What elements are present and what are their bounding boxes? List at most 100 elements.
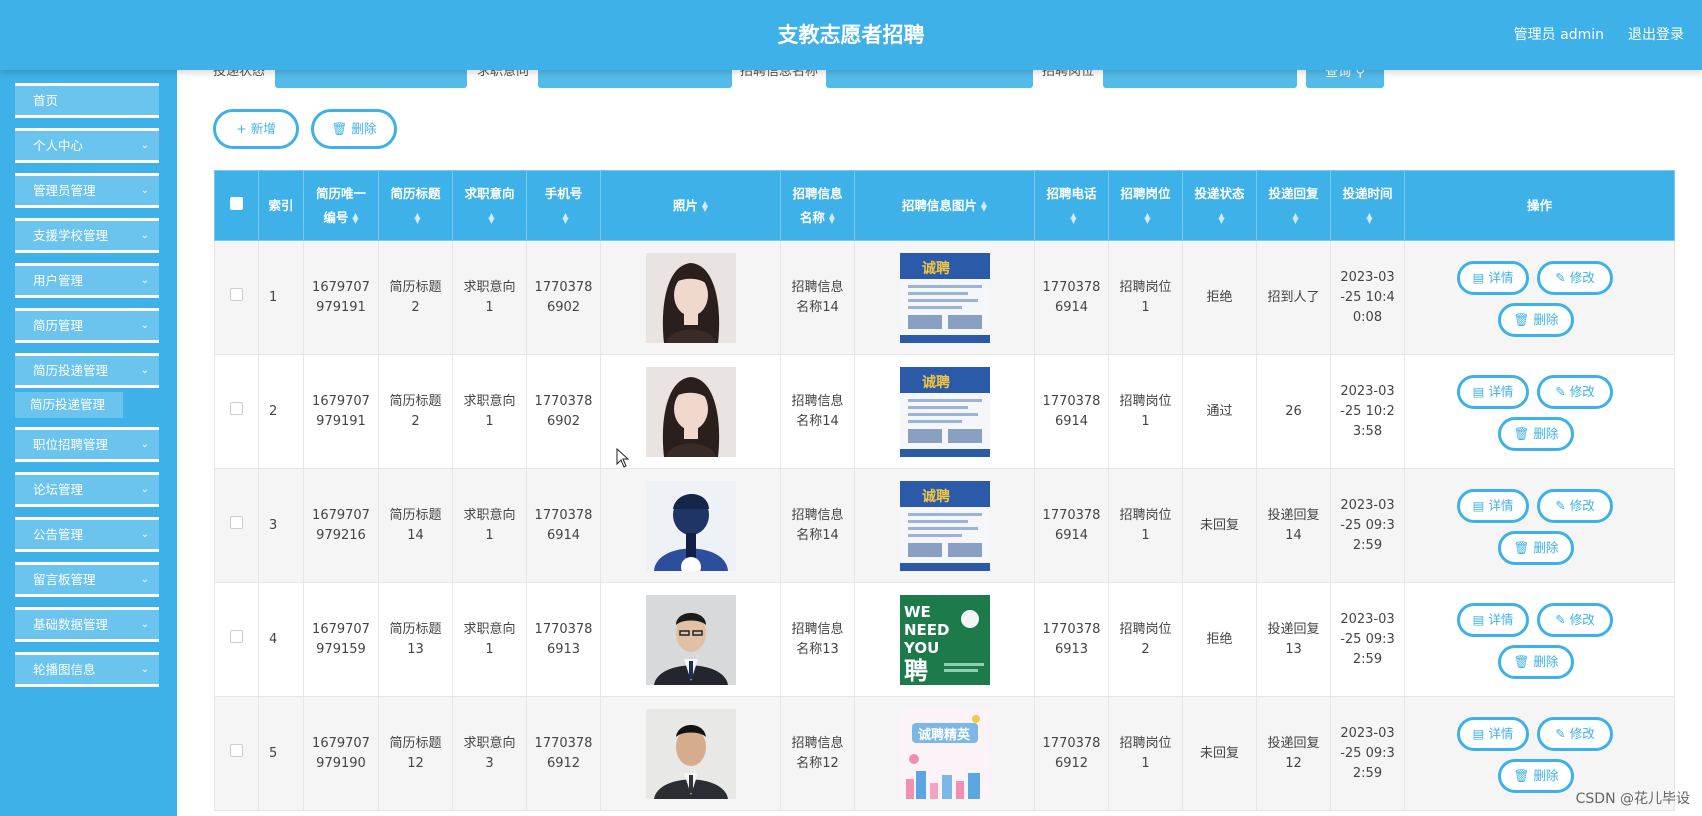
sort-icon[interactable]: ▲ ▼	[829, 212, 835, 225]
cell-text: 14	[1285, 527, 1302, 543]
row-phone: 1770378 6914	[526, 468, 601, 583]
sort-icon[interactable]: ▲ ▼	[414, 212, 420, 225]
sidebar-item-label: 简历管理	[33, 318, 84, 333]
sort-icon[interactable]: ▲ ▼	[488, 212, 494, 225]
row-intent: 求职意向 1	[452, 582, 527, 697]
sidebar-item-basic-data[interactable]: 基础数据管理 ⌄	[15, 607, 159, 642]
row-checkbox[interactable]	[230, 401, 243, 415]
recruitment-poster[interactable]	[900, 367, 990, 457]
row-checkbox[interactable]	[230, 515, 243, 529]
cell-text: 1	[1141, 413, 1150, 429]
row-delete-button[interactable]: 🗑 删除	[1498, 416, 1574, 451]
row-checkbox[interactable]	[230, 287, 243, 301]
sidebar-item-message-board[interactable]: 留言板管理 ⌄	[15, 562, 159, 597]
col-reply[interactable]: 投递回复 ▲ ▼	[1256, 170, 1331, 241]
delete-label: 删除	[1533, 767, 1559, 783]
col-rec-phone[interactable]: 招聘电话 ▲ ▼	[1034, 170, 1109, 241]
row-resume-id: 1679707 979191	[303, 240, 379, 355]
col-phone[interactable]: 手机号 ▲ ▼	[526, 170, 601, 241]
row-checkbox[interactable]	[230, 629, 243, 643]
row-reply: 投递回复 14	[1256, 468, 1331, 583]
edit-button[interactable]: ✎ 修改	[1537, 260, 1613, 295]
cell-text: 简历标题	[389, 507, 442, 523]
col-resume-id[interactable]: 简历唯一 编号 ▲ ▼	[303, 170, 379, 241]
resume-photo[interactable]	[646, 481, 736, 571]
sidebar: 首页 个人中心 ⌄ 管理员管理 ⌄ 支援学校管理 ⌄ 用户管理 ⌄ 简历管理 ⌄ 简历投递…	[0, 70, 177, 816]
row-delete-button[interactable]: 🗑 删除	[1498, 302, 1574, 337]
recruitment-poster[interactable]	[900, 481, 990, 571]
col-photo[interactable]: 照片 ▲ ▼	[600, 170, 781, 241]
chevron-down-icon: ⌄	[140, 664, 149, 675]
edit-button[interactable]: ✎ 修改	[1537, 488, 1613, 523]
pencil-icon: ✎	[1555, 497, 1566, 513]
sort-icon[interactable]: ▲ ▼	[562, 212, 568, 225]
sidebar-item-admin-management[interactable]: 管理员管理 ⌄	[15, 173, 159, 208]
col-info-name[interactable]: 招聘信息 名称 ▲ ▼	[780, 170, 855, 241]
select-all-checkbox[interactable]	[230, 196, 243, 210]
sidebar-item-personal-center[interactable]: 个人中心 ⌄	[15, 128, 159, 163]
sort-icon[interactable]: ▲ ▼	[352, 212, 358, 225]
sidebar-item-notice[interactable]: 公告管理 ⌄	[15, 517, 159, 552]
cell-text: 14	[407, 527, 424, 543]
edit-button[interactable]: ✎ 修改	[1537, 602, 1613, 637]
recruitment-poster[interactable]	[900, 595, 990, 685]
cell-text: 13	[1285, 641, 1302, 657]
delete-button[interactable]: 🗑 删除	[311, 109, 397, 149]
detail-button[interactable]: ▤ 详情	[1457, 602, 1529, 637]
row-resume-id: 1679707 979190	[303, 696, 379, 811]
sidebar-item-school-management[interactable]: 支援学校管理 ⌄	[15, 218, 159, 253]
sidebar-item-resume-management[interactable]: 简历管理 ⌄	[15, 308, 159, 343]
cell-text: 979216	[316, 527, 366, 543]
row-checkbox[interactable]	[230, 743, 243, 757]
sidebar-item-delivery-management[interactable]: 简历投递管理 ⌄	[15, 353, 159, 388]
sort-icon[interactable]: ▲ ▼	[981, 200, 987, 213]
col-position[interactable]: 招聘岗位 ▲ ▼	[1108, 170, 1183, 241]
detail-button[interactable]: ▤ 详情	[1457, 374, 1529, 409]
cell-text: 招聘信息	[791, 735, 844, 751]
sidebar-item-carousel[interactable]: 轮播图信息 ⌄	[15, 652, 159, 687]
row-resume-title: 简历标题 14	[378, 468, 453, 583]
recruitment-poster[interactable]	[900, 709, 990, 799]
cell-text: 简历标题	[389, 735, 442, 751]
resume-photo[interactable]	[646, 595, 736, 685]
logout-link[interactable]: 退出登录	[1628, 0, 1684, 70]
cell-text: 名称14	[796, 299, 839, 315]
sort-icon[interactable]: ▲ ▼	[1070, 212, 1076, 225]
row-info-name: 招聘信息 名称12	[780, 696, 855, 811]
sort-icon[interactable]: ▲ ▼	[702, 200, 708, 213]
sidebar-item-home[interactable]: 首页	[15, 83, 159, 118]
cell-text: 26	[1285, 403, 1302, 419]
row-index: 1	[258, 240, 304, 355]
add-button[interactable]: + 新增	[213, 109, 299, 149]
row-photo	[600, 696, 781, 811]
sort-icon[interactable]: ▲ ▼	[1218, 212, 1224, 225]
sort-icon[interactable]: ▲ ▼	[1292, 212, 1298, 225]
resume-photo[interactable]	[646, 709, 736, 799]
col-time[interactable]: 投递时间 ▲ ▼	[1330, 170, 1405, 241]
col-intent[interactable]: 求职意向 ▲ ▼	[452, 170, 527, 241]
sort-icon[interactable]: ▲ ▼	[1366, 212, 1372, 225]
detail-button[interactable]: ▤ 详情	[1457, 716, 1529, 751]
sidebar-item-job-recruitment[interactable]: 职位招聘管理 ⌄	[15, 427, 159, 462]
sidebar-item-forum[interactable]: 论坛管理 ⌄	[15, 472, 159, 507]
sort-icon[interactable]: ▲ ▼	[1144, 212, 1150, 225]
edit-button[interactable]: ✎ 修改	[1537, 716, 1613, 751]
col-status[interactable]: 投递状态 ▲ ▼	[1182, 170, 1257, 241]
recruitment-poster[interactable]	[900, 253, 990, 343]
submenu-item-delivery[interactable]: 简历投递管理	[15, 392, 123, 418]
row-delete-button[interactable]: 🗑 删除	[1498, 644, 1574, 679]
cell-text: 投递回复	[1267, 621, 1320, 637]
col-info-pic[interactable]: 招聘信息图片 ▲ ▼	[854, 170, 1035, 241]
row-delete-button[interactable]: 🗑 删除	[1498, 530, 1574, 565]
row-index: 4	[258, 582, 304, 697]
sidebar-item-user-management[interactable]: 用户管理 ⌄	[15, 263, 159, 298]
edit-button[interactable]: ✎ 修改	[1537, 374, 1613, 409]
detail-button[interactable]: ▤ 详情	[1457, 488, 1529, 523]
resume-photo[interactable]	[646, 253, 736, 343]
detail-button[interactable]: ▤ 详情	[1457, 260, 1529, 295]
row-status: 未回复	[1182, 468, 1257, 583]
row-delete-button[interactable]: 🗑 删除	[1498, 758, 1574, 793]
col-resume-title[interactable]: 简历标题 ▲ ▼	[378, 170, 453, 241]
table-header-row: 索引 简历唯一 编号 ▲ ▼ 简历标题 ▲ ▼ 求职意向 ▲ ▼ 手机号 ▲ ▼ 照片 ▲ ▼ 招聘信…	[214, 170, 1675, 241]
resume-photo[interactable]	[646, 367, 736, 457]
